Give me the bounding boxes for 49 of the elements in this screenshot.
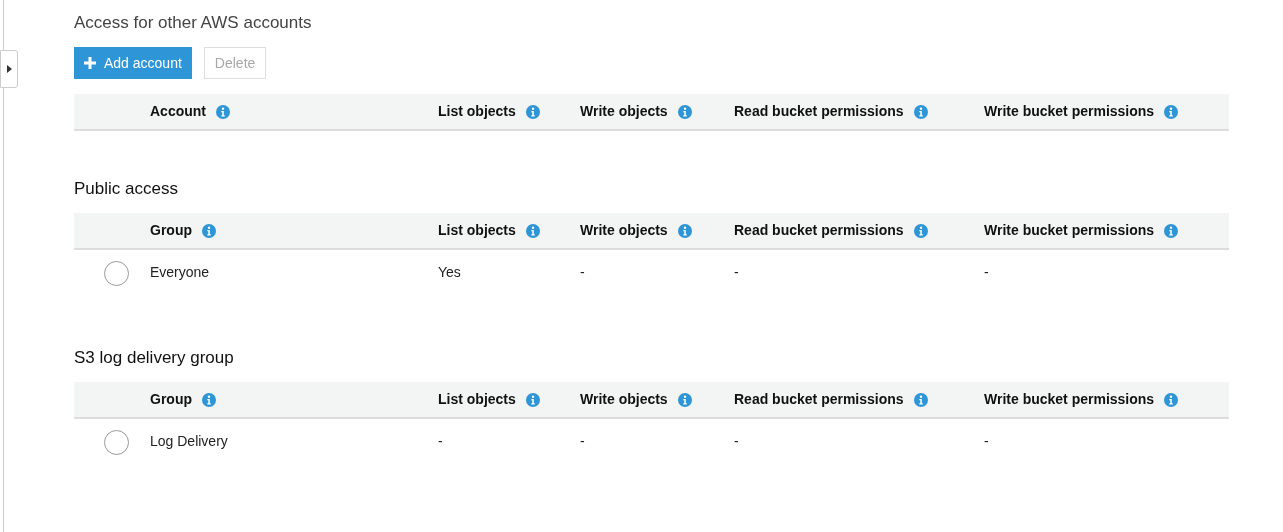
- panel-toggle-button[interactable]: [0, 50, 18, 88]
- info-icon[interactable]: [1164, 392, 1179, 407]
- info-icon[interactable]: [677, 104, 692, 119]
- column-header: List objects: [438, 390, 516, 409]
- column-header: Write objects: [580, 390, 668, 409]
- info-icon[interactable]: [216, 104, 230, 119]
- section-title: S3 log delivery group: [74, 347, 235, 369]
- info-icon[interactable]: [913, 392, 928, 407]
- section-title: Access for other AWS accounts: [74, 12, 313, 34]
- table-cell: Yes: [438, 264, 461, 280]
- column-header: Account: [150, 102, 206, 121]
- table-cell: -: [580, 433, 585, 449]
- add-button[interactable]: Add account: [74, 47, 192, 79]
- table-cell: Log Delivery: [150, 433, 228, 449]
- column-header: List objects: [438, 102, 516, 121]
- table-cell: Everyone: [150, 264, 210, 280]
- column-header: Write bucket permissions: [984, 390, 1155, 409]
- radio-button[interactable]: [103, 430, 129, 455]
- info-icon[interactable]: [525, 223, 540, 238]
- info-icon[interactable]: [677, 392, 692, 407]
- table-cell: -: [984, 264, 989, 280]
- info-icon[interactable]: [677, 223, 692, 238]
- info-icon[interactable]: [202, 223, 216, 238]
- info-icon[interactable]: [913, 223, 928, 238]
- table-cell: -: [438, 433, 443, 449]
- plus-icon: [84, 57, 96, 69]
- column-header: Write objects: [580, 102, 668, 121]
- column-header: Group: [150, 390, 192, 409]
- column-header: Read bucket permissions: [734, 102, 904, 121]
- column-header: Group: [150, 221, 192, 240]
- table-cell: -: [580, 264, 585, 280]
- column-header: Write bucket permissions: [984, 102, 1155, 121]
- radio-button[interactable]: [103, 261, 129, 286]
- column-header: Read bucket permissions: [734, 390, 904, 409]
- column-header: Read bucket permissions: [734, 221, 904, 240]
- info-icon[interactable]: [202, 392, 216, 407]
- table-cell: -: [734, 264, 739, 280]
- column-header: Write bucket permissions: [984, 221, 1155, 240]
- info-icon[interactable]: [913, 104, 928, 119]
- column-header: Write objects: [580, 221, 668, 240]
- info-icon[interactable]: [1164, 104, 1179, 119]
- info-icon[interactable]: [525, 392, 540, 407]
- section-title: Public access: [74, 178, 179, 200]
- info-icon[interactable]: [525, 104, 540, 119]
- info-icon[interactable]: [1164, 223, 1179, 238]
- caret-icon: [6, 65, 12, 73]
- table-cell: -: [734, 433, 739, 449]
- table-cell: -: [984, 433, 989, 449]
- column-header: List objects: [438, 221, 516, 240]
